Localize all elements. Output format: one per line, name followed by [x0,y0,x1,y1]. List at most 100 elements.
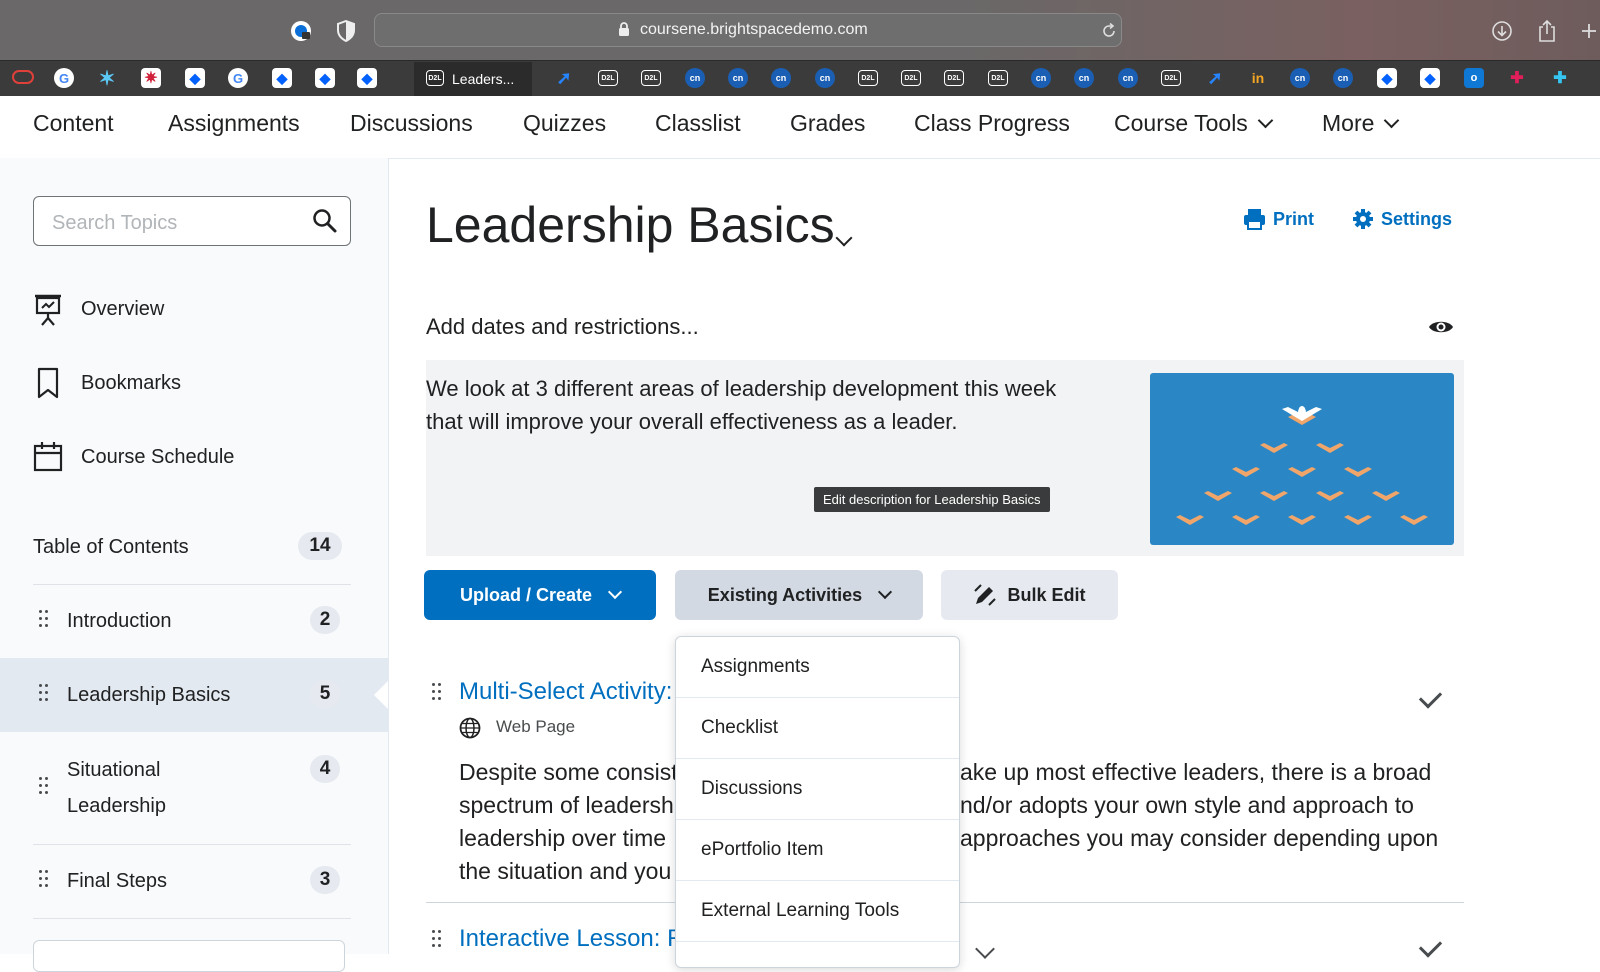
tab-dropbox-icon[interactable]: ◆ [185,68,205,88]
tab-d2l-icon[interactable]: D2L [641,70,661,86]
divider [33,918,351,919]
lock-icon [615,19,633,39]
chevron-down-icon [1257,112,1274,129]
tab-jira-icon[interactable]: ➚ [1205,68,1225,88]
sidebar-overview[interactable]: Overview [81,298,164,321]
menu-item-external-learning-tools[interactable]: External Learning Tools [676,881,959,942]
drag-handle-icon[interactable] [39,777,49,797]
menu-item-checklist[interactable]: Checklist [676,698,959,759]
topic-body-line: ake up most effective leaders, there is … [960,759,1432,785]
sidebar-bookmarks[interactable]: Bookmarks [81,372,181,395]
menu-item-assignments[interactable]: Assignments [676,637,959,698]
topic-title-link[interactable]: Multi-Select Activity: [459,678,672,706]
drag-handle-icon[interactable] [39,610,49,630]
tab-cn-icon[interactable]: cn [685,68,705,88]
tab-cn-icon[interactable]: cn [1290,68,1310,88]
printer-icon [1244,209,1265,230]
eye-icon[interactable] [1428,318,1454,341]
tab-in-icon[interactable]: in [1248,68,1268,88]
search-icon[interactable] [312,208,338,239]
nav-course-tools[interactable]: Course Tools [1114,110,1274,137]
topic-body-line: spectrum of leadersh [459,792,674,818]
topic-body-line: leadership over time [459,825,667,851]
tab-jira-icon[interactable]: ➚ [554,68,574,88]
tab-cn-icon[interactable]: cn [1031,68,1051,88]
password-manager-icon[interactable] [288,18,314,44]
upload-create-label: Upload / Create [459,584,593,605]
topic-body-line: Despite some consist [459,759,678,785]
tab-dropbox-icon[interactable]: ◆ [272,68,292,88]
tab-cn-icon[interactable]: cn [1118,68,1138,88]
nav-quizzes[interactable]: Quizzes [523,110,606,137]
unit-introduction[interactable]: Introduction [67,603,172,639]
print-label: Print [1273,208,1315,229]
tab-cn-icon[interactable]: cn [815,68,835,88]
tab-slack-icon[interactable]: ✚ [1550,68,1570,88]
unit-count-badge: 4 [310,755,340,783]
browser-chrome: coursene.brightspacedemo.com G ✶ ✷ ◆ G ◆… [0,0,1600,97]
url-text: coursene.brightspacedemo.com [640,21,868,38]
tab-d2l-icon[interactable]: D2L [901,70,921,86]
drag-handle-icon[interactable] [432,683,442,703]
table-of-contents-label[interactable]: Table of Contents [33,536,189,559]
menu-item-discussions[interactable]: Discussions [676,759,959,820]
tab-cn-icon[interactable]: cn [771,68,791,88]
topic-title-link[interactable]: Interactive Lesson: R [459,925,684,953]
existing-activities-button[interactable]: Existing Activities [675,570,923,620]
chevron-down-icon[interactable] [975,939,995,959]
shield-icon[interactable] [333,18,359,44]
module-description: We look at 3 different areas of leadersh… [426,372,1116,438]
tab-cn-icon[interactable]: cn [1333,68,1353,88]
nav-class-progress[interactable]: Class Progress [914,110,1070,137]
settings-button[interactable]: Settings [1352,208,1452,230]
tab-dropbox-icon[interactable]: ◆ [315,68,335,88]
tab-cn-icon[interactable]: cn [728,68,748,88]
nav-more[interactable]: More [1322,110,1400,137]
unit-situational-leadership[interactable]: Situational Leadership [67,752,166,824]
tab-dropbox-icon[interactable]: ◆ [1420,68,1440,88]
tab-dropbox-icon[interactable]: ◆ [1377,68,1397,88]
tab-cn-icon[interactable]: cn [1074,68,1094,88]
tab-star-icon[interactable]: ✷ [141,68,161,88]
add-module-button[interactable] [33,940,345,972]
tab-asterisk-icon[interactable]: ✶ [97,68,117,90]
add-dates-link[interactable]: Add dates and restrictions... [426,314,699,340]
reload-icon[interactable] [1096,18,1122,44]
topic-body-line: nd/or adopts your own style and approach… [960,792,1414,818]
drag-handle-icon[interactable] [39,870,49,890]
nav-grades[interactable]: Grades [790,110,865,137]
tab-d2l-icon[interactable]: D2L [944,70,964,86]
tab-d2l-icon[interactable]: D2L [988,70,1008,86]
tab-d2l-icon[interactable]: D2L [858,70,878,86]
tab-d2l-icon[interactable]: D2L [1161,70,1181,86]
new-tab-icon[interactable] [1576,18,1600,44]
title-menu-chevron-icon[interactable] [835,229,853,247]
tab-slack-icon[interactable]: ✚ [1507,68,1527,88]
tab-favicon-icon[interactable] [12,70,34,84]
print-button[interactable]: Print [1243,208,1314,230]
description-line: that will improve your overall effective… [426,409,958,434]
topic-body-line: approaches you may consider depending up… [960,825,1439,851]
unit-final-steps[interactable]: Final Steps [67,863,167,899]
unit-leadership-basics[interactable]: Leadership Basics [67,677,230,713]
nav-assignments[interactable]: Assignments [168,110,300,137]
upload-create-button[interactable]: Upload / Create [424,570,656,620]
tab-d2l-icon[interactable]: D2L [598,70,618,86]
tab-google-icon[interactable]: G [54,68,74,88]
bulk-edit-button[interactable]: Bulk Edit [941,570,1118,620]
menu-item-eportfolio[interactable]: ePortfolio Item [676,820,959,881]
nav-discussions[interactable]: Discussions [350,110,473,137]
tab-google-icon[interactable]: G [228,68,248,88]
sidebar-course-schedule[interactable]: Course Schedule [81,446,234,469]
edit-description-tooltip: Edit description for Leadership Basics [814,487,1050,512]
tab-dropbox-icon[interactable]: ◆ [357,68,377,88]
nav-classlist[interactable]: Classlist [655,110,741,137]
drag-handle-icon[interactable] [39,684,49,704]
drag-handle-icon[interactable] [432,930,442,950]
download-icon[interactable] [1489,18,1515,44]
menu-item-label: Checklist [701,717,779,738]
checkmark-icon [1418,685,1443,709]
nav-content[interactable]: Content [33,110,114,137]
share-icon[interactable] [1534,18,1560,44]
tab-outlook-icon[interactable]: o [1464,68,1484,88]
